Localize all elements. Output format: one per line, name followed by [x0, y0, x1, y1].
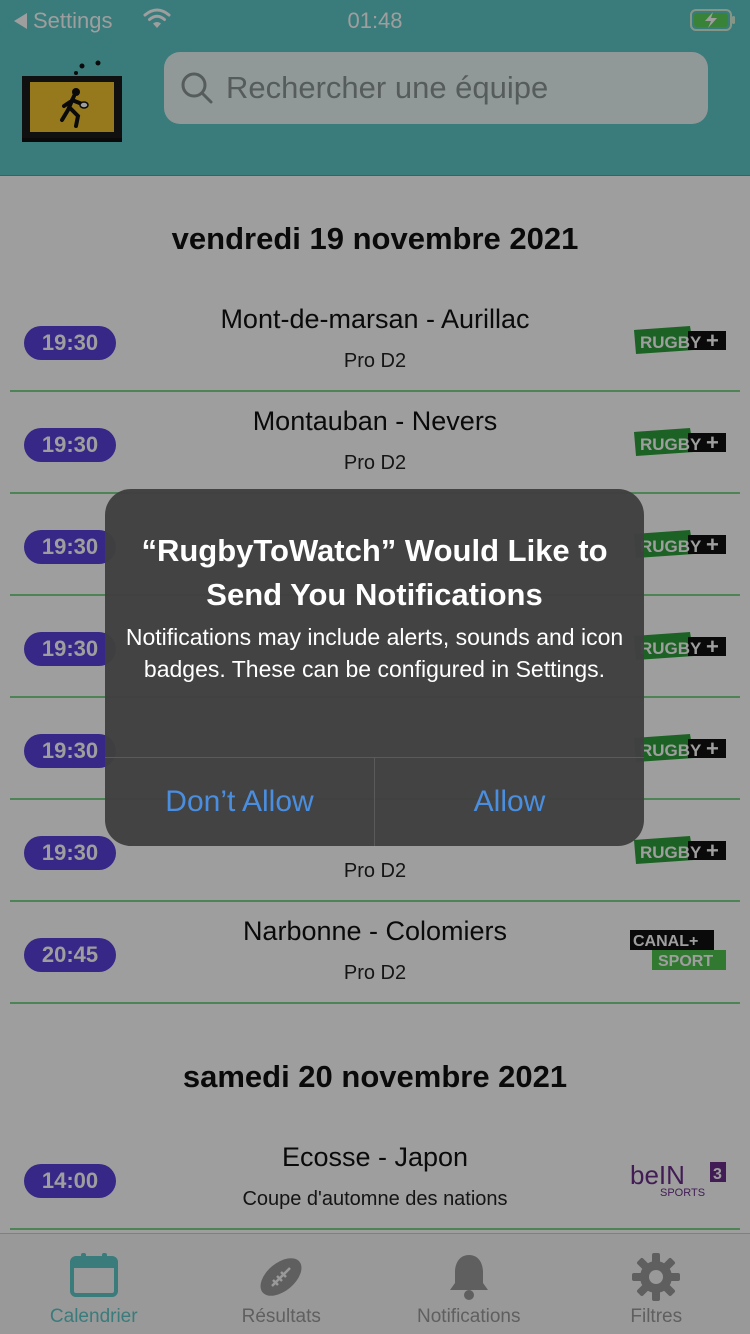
allow-button[interactable]: Allow [374, 758, 644, 846]
alert-button-row: Don’t Allow Allow [105, 757, 644, 846]
alert-title: “RugbyToWatch” Would Like to Send You No… [141, 533, 608, 612]
notification-permission-alert: “RugbyToWatch” Would Like to Send You No… [105, 489, 644, 846]
dont-allow-button[interactable]: Don’t Allow [105, 758, 374, 846]
alert-message: Notifications may include alerts, sounds… [125, 624, 624, 682]
